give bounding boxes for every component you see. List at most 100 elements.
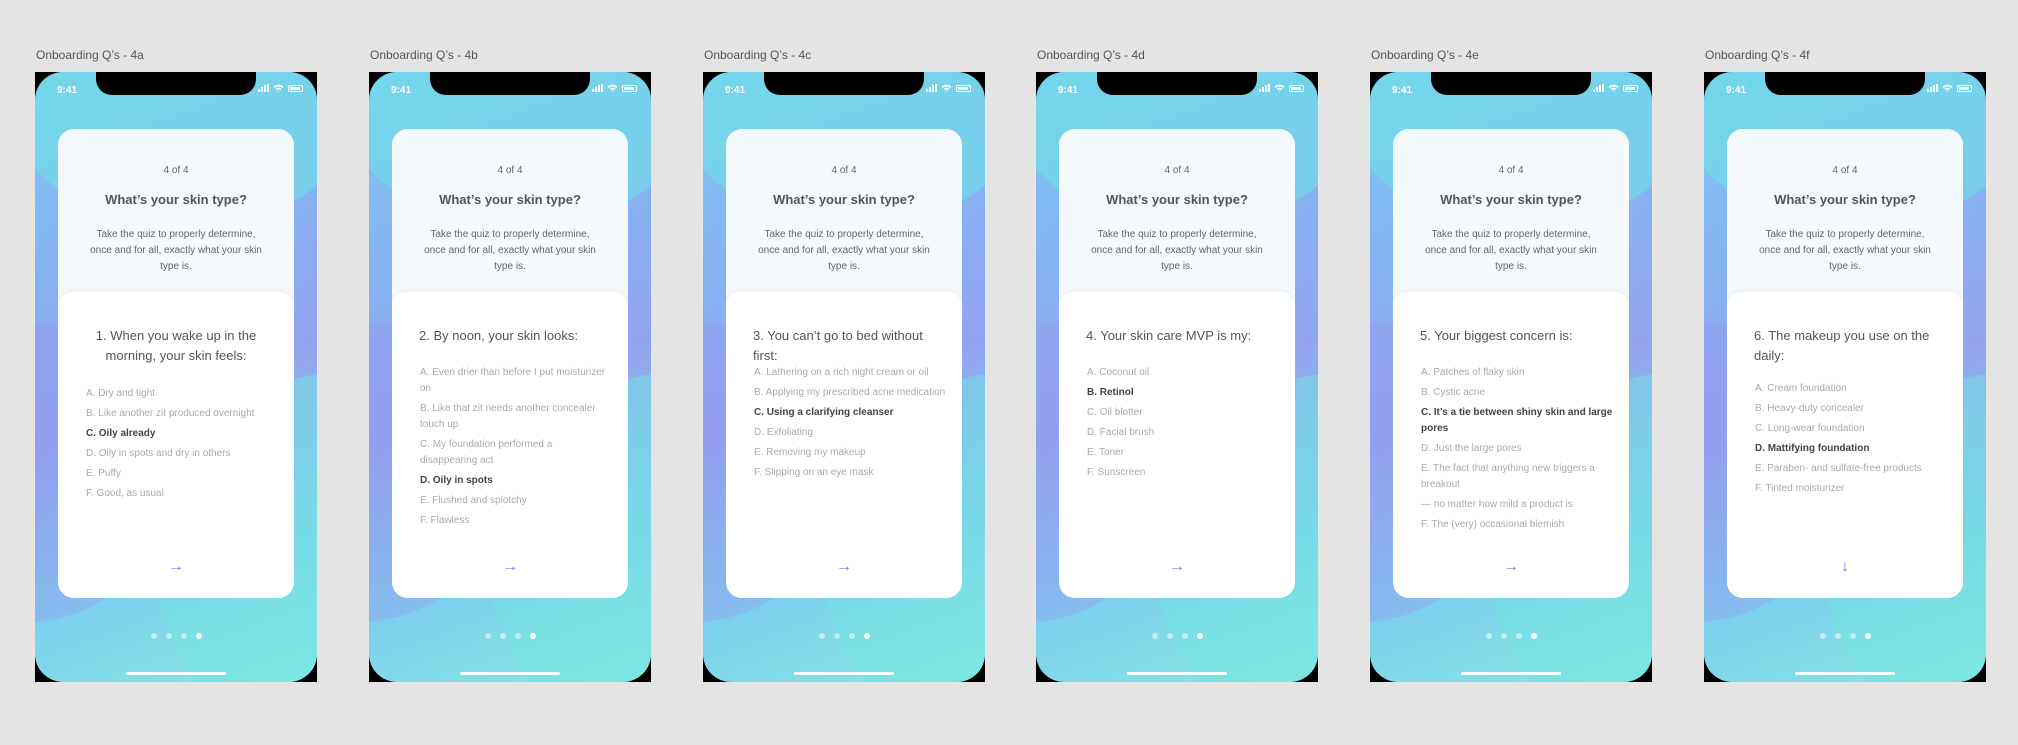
answer-option[interactable]: C. Oily already xyxy=(86,426,278,442)
page-dot-active[interactable] xyxy=(1864,633,1871,639)
question-text: 3. You can’t go to bed without first: xyxy=(753,328,923,363)
status-icons xyxy=(592,84,637,92)
artboard-label[interactable]: Onboarding Q’s - 4b xyxy=(370,48,478,62)
question-panel: 2. By noon, your skin looks: A. Even dri… xyxy=(392,292,628,598)
answer-option[interactable]: F. Good, as usual xyxy=(86,486,278,502)
answer-option[interactable]: A. Dry and tight xyxy=(86,386,278,402)
page-dot[interactable] xyxy=(818,633,825,639)
page-dot-active[interactable] xyxy=(195,633,202,639)
page-dot[interactable] xyxy=(1500,633,1507,639)
page-dot[interactable] xyxy=(1181,633,1188,639)
answer-option[interactable]: C. My foundation performed a disappearin… xyxy=(420,437,612,469)
artboard-label[interactable]: Onboarding Q’s - 4d xyxy=(1037,48,1145,62)
answer-options: A. Dry and tight B. Like another zit pro… xyxy=(86,386,278,506)
answer-option[interactable]: F. Tinted moisturizer xyxy=(1755,481,1947,497)
arrow-down-icon[interactable]: ↓ xyxy=(1727,558,1963,576)
answer-option[interactable]: E. Flushed and splotchy xyxy=(420,493,612,509)
page-dot[interactable] xyxy=(165,633,172,639)
page-dot[interactable] xyxy=(150,633,157,639)
answer-option[interactable]: A. Patches of flaky skin xyxy=(1421,365,1613,381)
page-dot[interactable] xyxy=(499,633,506,639)
answer-option[interactable]: D. Oily in spots xyxy=(420,473,612,489)
answer-option[interactable]: F. The (very) occasional blemish xyxy=(1421,517,1613,533)
page-dot[interactable] xyxy=(180,633,187,639)
arrow-right-icon[interactable]: → xyxy=(58,558,294,576)
answer-options: A. Patches of flaky skin B. Cystic acne … xyxy=(1421,365,1613,537)
page-dot[interactable] xyxy=(1151,633,1158,639)
page-dot[interactable] xyxy=(1166,633,1173,639)
arrow-right-icon[interactable]: → xyxy=(726,558,962,576)
artboard-label[interactable]: Onboarding Q’s - 4c xyxy=(704,48,811,62)
answer-option[interactable]: F. Slipping on an eye mask xyxy=(754,465,946,481)
page-dot[interactable] xyxy=(833,633,840,639)
page-dot[interactable] xyxy=(514,633,521,639)
answer-option[interactable]: A. Coconut oil xyxy=(1087,365,1279,381)
status-icons xyxy=(926,84,971,92)
home-indicator[interactable] xyxy=(460,672,560,675)
page-indicator xyxy=(1704,633,1986,639)
answer-option[interactable]: B. Like that zit needs another concealer… xyxy=(420,401,612,433)
page-dot-active[interactable] xyxy=(863,633,870,639)
answer-option[interactable]: C. Long-wear foundation xyxy=(1755,421,1947,437)
answer-option[interactable]: C. Oil blotter xyxy=(1087,405,1279,421)
status-time: 9:41 xyxy=(1058,85,1079,96)
answer-option[interactable]: A. Even drier than before I put moisturi… xyxy=(420,365,612,397)
answer-option[interactable]: E. The fact that anything new triggers a… xyxy=(1421,461,1613,493)
page-dot[interactable] xyxy=(1515,633,1522,639)
page-dot[interactable] xyxy=(1485,633,1492,639)
answer-option[interactable]: F. Sunscreen xyxy=(1087,465,1279,481)
answer-option[interactable]: D. Mattifying foundation xyxy=(1755,441,1947,457)
arrow-right-icon[interactable]: → xyxy=(1059,558,1295,576)
home-indicator[interactable] xyxy=(794,672,894,675)
answer-option[interactable]: D. Oily in spots and dry in others xyxy=(86,446,278,462)
home-indicator[interactable] xyxy=(1127,672,1227,675)
page-dot[interactable] xyxy=(1834,633,1841,639)
answer-option[interactable]: C. Using a clarifying cleanser xyxy=(754,405,946,421)
home-indicator[interactable] xyxy=(1795,672,1895,675)
page-dot[interactable] xyxy=(484,633,491,639)
page-dot-active[interactable] xyxy=(1530,633,1537,639)
page-dot-active[interactable] xyxy=(529,633,536,639)
status-time: 9:41 xyxy=(57,85,78,96)
home-indicator[interactable] xyxy=(126,672,226,675)
answer-option[interactable]: — no matter how mild a product is xyxy=(1421,497,1613,513)
answer-option[interactable]: E. Paraben- and sulfate-free products xyxy=(1755,461,1947,477)
artboard-label[interactable]: Onboarding Q’s - 4f xyxy=(1705,48,1810,62)
answer-option[interactable]: B. Cystic acne xyxy=(1421,385,1613,401)
question-panel: 1. When you wake up in the morning, your… xyxy=(58,292,294,598)
artboard-label[interactable]: Onboarding Q’s - 4e xyxy=(1371,48,1479,62)
arrow-right-icon[interactable]: → xyxy=(1393,558,1629,576)
answer-option[interactable]: E. Removing my makeup xyxy=(754,445,946,461)
question-text: 6. The makeup you use on the daily: xyxy=(1754,328,1930,363)
answer-option[interactable]: E. Toner xyxy=(1087,445,1279,461)
status-icons xyxy=(1927,84,1972,92)
page-dot[interactable] xyxy=(1849,633,1856,639)
home-indicator[interactable] xyxy=(1461,672,1561,675)
status-time: 9:41 xyxy=(1726,85,1747,96)
answer-option[interactable]: B. Heavy-duty concealer xyxy=(1755,401,1947,417)
arrow-right-icon[interactable]: → xyxy=(392,558,628,576)
answer-option[interactable]: D. Facial brush xyxy=(1087,425,1279,441)
artboard-label[interactable]: Onboarding Q’s - 4a xyxy=(36,48,144,62)
quiz-description: Take the quiz to properly determine, onc… xyxy=(758,229,930,272)
page-indicator xyxy=(703,633,985,639)
answer-option[interactable]: C. It’s a tie between shiny skin and lar… xyxy=(1421,405,1613,437)
page-dot[interactable] xyxy=(848,633,855,639)
phone-notch xyxy=(1097,72,1257,95)
answer-option[interactable]: B. Like another zit produced overnight xyxy=(86,406,278,422)
question-text: 1. When you wake up in the morning, your… xyxy=(95,328,257,363)
progress-indicator: 4 of 4 xyxy=(1498,165,1524,176)
answer-option[interactable]: F. Flawless xyxy=(420,513,612,529)
phone-frame: 9:41 4 of 4 What’s your skin type? Take … xyxy=(703,72,985,682)
status-icons xyxy=(1593,84,1638,92)
answer-option[interactable]: A. Cream foundation xyxy=(1755,381,1947,397)
answer-option[interactable]: D. Just the large pores xyxy=(1421,441,1613,457)
page-dot-active[interactable] xyxy=(1196,633,1203,639)
answer-option[interactable]: E. Puffy xyxy=(86,466,278,482)
answer-option[interactable]: D. Exfoliating xyxy=(754,425,946,441)
answer-option[interactable]: A. Lathering on a rich night cream or oi… xyxy=(754,365,946,381)
answer-option[interactable]: B. Retinol xyxy=(1087,385,1279,401)
answer-option[interactable]: B. Applying my prescribed acne medicatio… xyxy=(754,385,946,401)
phone-frame: 9:41 4 of 4 What’s your skin type? Take … xyxy=(369,72,651,682)
page-dot[interactable] xyxy=(1819,633,1826,639)
